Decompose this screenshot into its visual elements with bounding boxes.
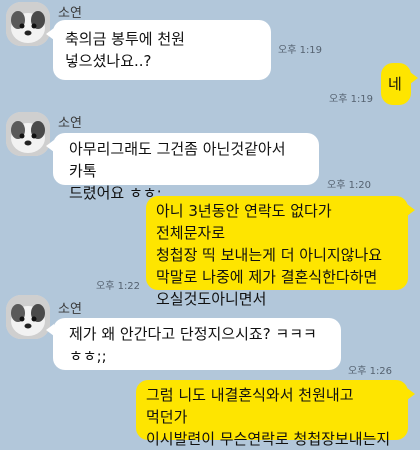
message-bubble-sent: 네	[381, 63, 411, 105]
contact-avatar[interactable]	[6, 295, 50, 339]
contact-avatar[interactable]	[6, 2, 50, 46]
message-time: 오후 1:19	[278, 45, 323, 56]
avatar-dog-image	[6, 2, 50, 46]
bubble-tail	[407, 388, 415, 400]
message-time: 오후 1:19	[329, 94, 374, 105]
contact-name: 소연	[58, 116, 82, 131]
contact-avatar[interactable]	[6, 112, 50, 156]
message-time: 오후 1:22	[96, 281, 141, 292]
contact-name: 소연	[58, 6, 82, 21]
message-bubble-sent: 그럼 니도 내결혼식와서 천원내고 먹던가 이시발련이 무슨연락로 청첩장보내는…	[136, 380, 408, 448]
avatar-dog-image	[6, 112, 50, 156]
message-bubble-received: 제가 왜 안간다고 단정지으시죠? ㅋㅋㅋ ㅎㅎ;;	[53, 318, 341, 370]
message-time: 오후 1:26	[348, 366, 393, 377]
message-time: 오후 1:20	[327, 180, 372, 191]
contact-name: 소연	[58, 302, 82, 317]
bubble-tail	[410, 72, 418, 84]
message-bubble-sent: 아니 3년동안 연락도 없다가 전체문자로 청첩장 띡 보내는게 더 아니지않나…	[146, 196, 408, 308]
message-bubble-received: 축의금 봉투에 천원 넣으셨나요..?	[53, 20, 271, 80]
avatar-dog-image	[6, 295, 50, 339]
bubble-tail	[407, 204, 415, 216]
message-bubble-received: 아무리그래도 그건좀 아닌것같아서 카톡 드렸어요 ㅎㅎ;	[53, 133, 319, 202]
